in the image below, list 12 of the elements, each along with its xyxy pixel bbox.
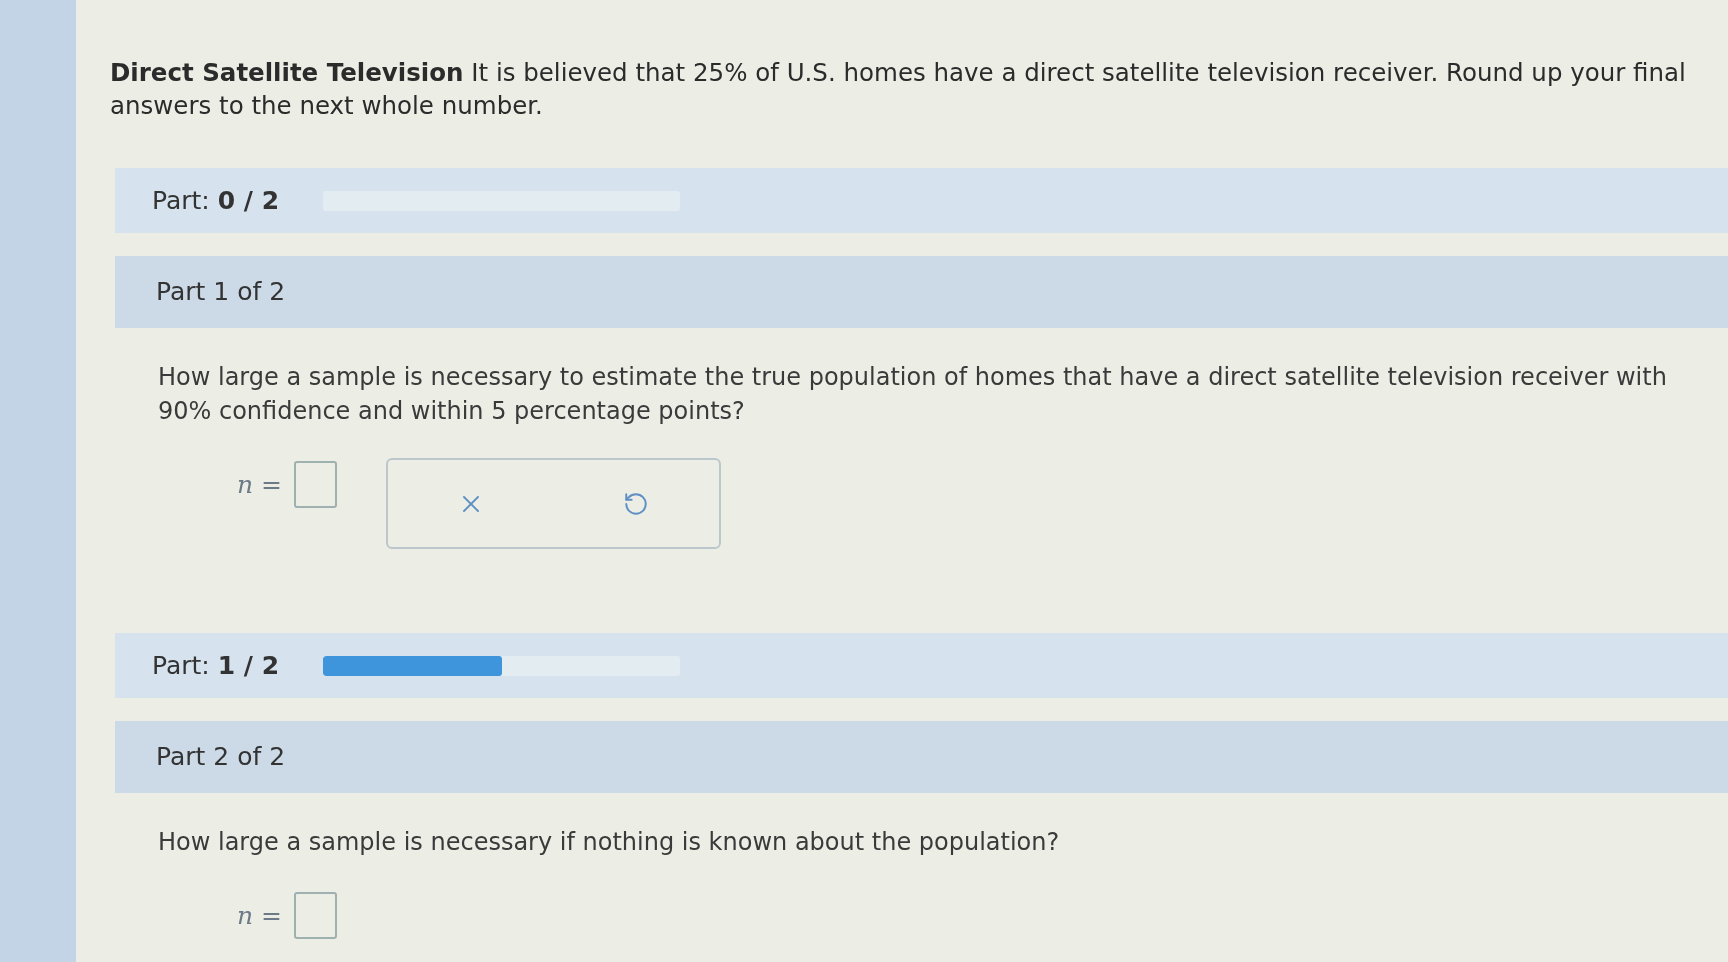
answer-field[interactable] [294, 892, 337, 939]
part-progress-label: Part: 1 / 2 [152, 649, 280, 682]
question-text: How large a sample is necessary if nothing is known about the population? [157, 827, 1061, 858]
part-title: Part 2 of 2 [156, 741, 286, 774]
question-text: How large a sample is necessary to estimate the true population of homes that have a direct satellite television receiver with 90% confidence and within 5 percentage points? [157, 362, 1668, 427]
part-progress-label: Part: 0 / 2 [152, 184, 280, 217]
problem-statement: Direct Satellite Television It is believed that 25% of U.S. homes have a direct satellite television receiver. Round up your final answers to the next whole number. [110, 57, 1687, 122]
answer-field[interactable] [294, 461, 337, 508]
undo-icon [623, 490, 650, 517]
part-title: Part 1 of 2 [156, 276, 286, 309]
answer-label: n = [237, 468, 282, 501]
answer-label: n = [237, 899, 282, 932]
